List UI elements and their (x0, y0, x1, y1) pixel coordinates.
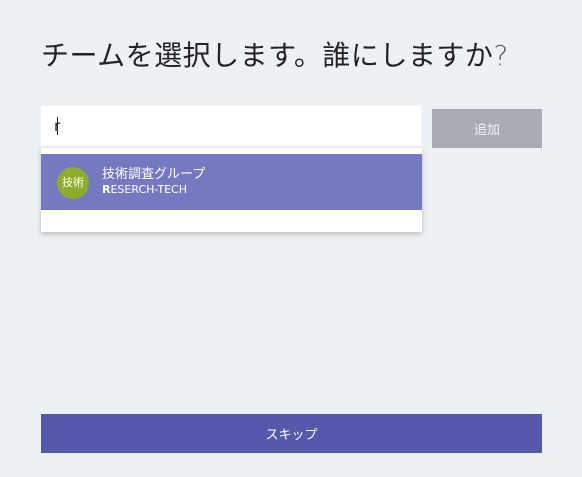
page-title: チームを選択します。誰にしますか? (41, 34, 509, 74)
page-title-text: チームを選択します。誰にしますか (41, 39, 494, 72)
suggestion-dropdown: 技術 技術調査グループ RESERCH-TECH (41, 148, 422, 232)
text-cursor (57, 117, 58, 135)
team-alias: RESERCH-TECH (102, 183, 187, 196)
team-search-input[interactable] (41, 106, 421, 146)
team-avatar: 技術 (57, 167, 89, 199)
suggestion-item[interactable]: 技術 技術調査グループ RESERCH-TECH (41, 154, 422, 210)
team-name: 技術調査グループ (102, 167, 206, 182)
add-button[interactable]: 追加 (432, 109, 542, 148)
skip-button[interactable]: スキップ (41, 414, 542, 453)
team-alias-rest: ESERCH-TECH (110, 183, 187, 196)
title-question-mark: ? (493, 39, 509, 72)
team-picker-page: チームを選択します。誰にしますか? 追加 技術 技術調査グループ RESERCH… (0, 0, 582, 477)
